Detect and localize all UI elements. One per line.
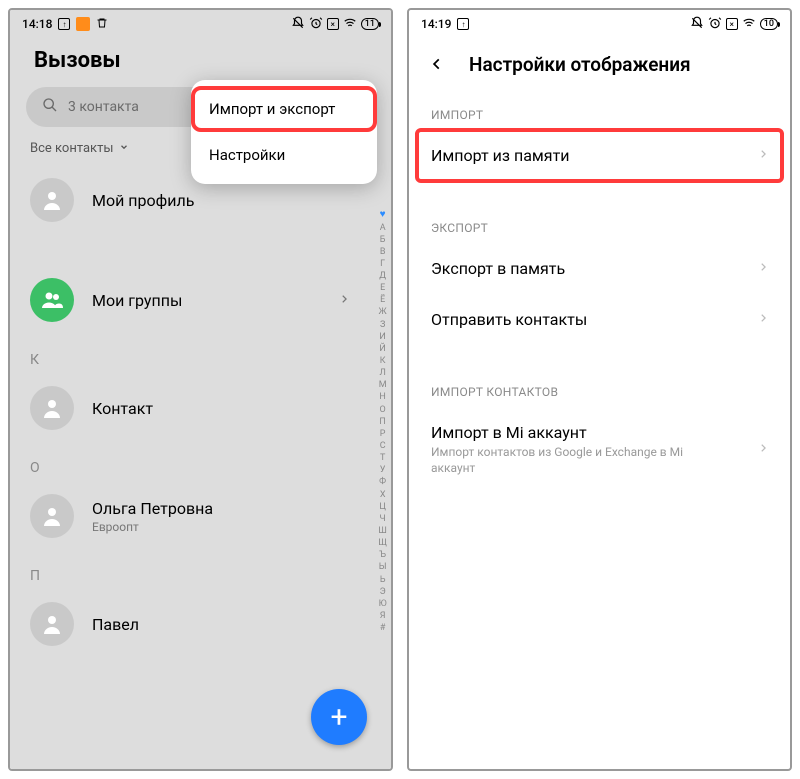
chevron-right-icon (758, 310, 768, 329)
groups-icon (30, 278, 74, 322)
setting-label: Импорт из памяти (431, 146, 570, 165)
section-export: ЭКСПОРТ (409, 207, 790, 243)
avatar-icon (30, 386, 74, 430)
alarm-icon (309, 16, 323, 33)
contact-row-pavel[interactable]: Павел (10, 588, 369, 660)
phone-right: 14:19 ↑ × 10 (407, 8, 792, 771)
import-from-memory-row[interactable]: Импорт из памяти (417, 130, 782, 181)
wifi-icon (343, 16, 357, 33)
mute-icon (291, 16, 305, 33)
alpha-index[interactable]: ♥ АБВГДЕЁЖЗИЙКЛМНОПРСТУФХЦЧШЩЪЫЬЭЮЯ# (378, 208, 387, 634)
wifi-icon (742, 16, 756, 33)
contact-list: Мой профиль Мои группы К (10, 164, 391, 660)
battery-icon: 10 (760, 18, 778, 30)
alarm-icon (708, 16, 722, 33)
contact-name: Павел (92, 615, 139, 634)
status-time: 14:18 (22, 17, 52, 31)
status-time: 14:19 (421, 17, 451, 31)
setting-subtitle: Импорт контактов из Google и Exchange в … (431, 445, 711, 476)
phone-left: 14:18 ↑ × 11 (8, 8, 393, 771)
contact-name: Контакт (92, 399, 153, 418)
contact-row-olga[interactable]: Ольга Петровна Евроопт (10, 480, 369, 552)
my-groups-row[interactable]: Мои группы (10, 264, 369, 336)
filter-label: Все контакты (30, 141, 113, 156)
notification-icon (76, 17, 90, 31)
menu-import-export[interactable]: Импорт и экспорт (191, 86, 377, 132)
search-icon (42, 97, 58, 117)
trash-icon (96, 16, 108, 33)
page-header: Настройки отображения (409, 38, 790, 94)
setting-label: Экспорт в память (431, 259, 565, 278)
sim-icon: × (726, 18, 738, 30)
chevron-right-icon (758, 146, 768, 165)
export-to-memory-row[interactable]: Экспорт в память (409, 243, 790, 294)
heart-icon: ♥ (378, 208, 387, 222)
back-button[interactable] (425, 52, 449, 76)
chevron-down-icon (119, 141, 129, 156)
send-contacts-row[interactable]: Отправить контакты (409, 294, 790, 345)
overflow-menu: Импорт и экспорт Настройки (191, 80, 377, 184)
mute-icon (690, 16, 704, 33)
avatar-icon (30, 178, 74, 222)
chevron-right-icon (758, 259, 768, 278)
status-bar: 14:18 ↑ × 11 (10, 10, 391, 38)
profile-label: Мой профиль (92, 191, 194, 210)
arrow-up-icon: ↑ (58, 18, 70, 30)
section-letter-k: К (10, 336, 369, 372)
groups-label: Мои группы (92, 291, 182, 310)
mi-import-row[interactable]: Импорт в Mi аккаунт Импорт контактов из … (409, 407, 790, 492)
avatar-icon (30, 602, 74, 646)
add-contact-fab[interactable]: + (311, 689, 367, 745)
section-import: ИМПОРТ (409, 94, 790, 130)
chevron-right-icon (339, 291, 349, 310)
plus-icon: + (330, 700, 347, 735)
avatar-icon (30, 494, 74, 538)
contact-row-k[interactable]: Контакт (10, 372, 369, 444)
sim-icon: × (327, 18, 339, 30)
search-placeholder: 3 контакта (68, 99, 139, 115)
setting-label: Отправить контакты (431, 310, 587, 329)
section-letter-p: П (10, 552, 369, 588)
contact-subtitle: Евроопт (92, 520, 213, 534)
battery-icon: 11 (361, 18, 379, 30)
chevron-right-icon (758, 440, 768, 459)
page-title: Настройки отображения (469, 53, 691, 76)
arrow-up-icon: ↑ (457, 18, 469, 30)
setting-label: Импорт в Mi аккаунт (431, 423, 711, 442)
section-letter-o: О (10, 444, 369, 480)
menu-settings[interactable]: Настройки (191, 132, 377, 178)
status-bar: 14:19 ↑ × 10 (409, 10, 790, 38)
section-import-contacts: ИМПОРТ КОНТАКТОВ (409, 371, 790, 407)
contact-name: Ольга Петровна (92, 499, 213, 518)
